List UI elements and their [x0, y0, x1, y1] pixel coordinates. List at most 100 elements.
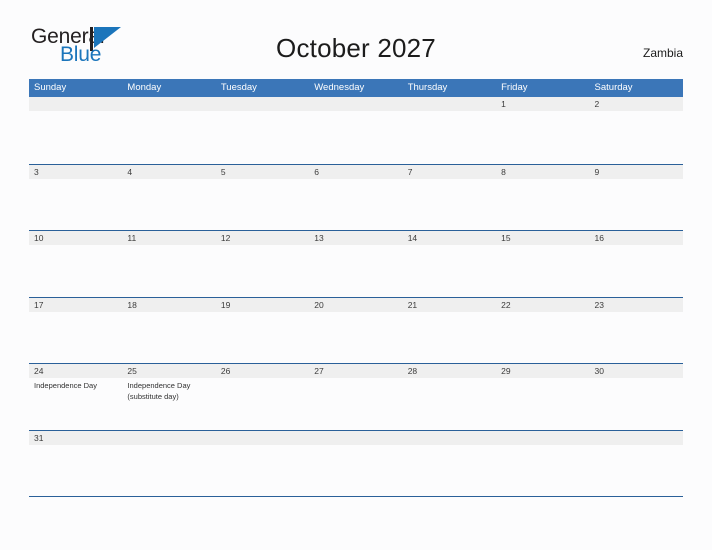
weekday-header-tuesday: Tuesday: [220, 82, 257, 93]
day-number-band: 10 11 12 13 14 15 16: [29, 231, 683, 245]
day-events-band: Independence Day Independence Day (substi…: [29, 378, 683, 429]
day-cell[interactable]: [403, 445, 496, 496]
calendar-bottom-divider: [29, 496, 683, 497]
day-number[interactable]: 22: [496, 298, 589, 312]
day-cell[interactable]: [590, 378, 683, 429]
day-number[interactable]: 26: [216, 364, 309, 378]
day-cell[interactable]: [590, 179, 683, 230]
day-number[interactable]: 9: [590, 165, 683, 179]
day-number[interactable]: 16: [590, 231, 683, 245]
day-events-band: [29, 111, 683, 162]
day-cell[interactable]: [309, 445, 402, 496]
day-number-empty: [590, 431, 683, 445]
day-number[interactable]: 19: [216, 298, 309, 312]
day-cell[interactable]: [590, 445, 683, 496]
day-number[interactable]: 27: [309, 364, 402, 378]
day-cell[interactable]: [309, 378, 402, 429]
day-number-empty: [309, 97, 402, 111]
day-cell[interactable]: [590, 312, 683, 363]
day-cell[interactable]: [403, 312, 496, 363]
calendar-week-row: 31: [29, 429, 683, 497]
day-cell[interactable]: [29, 111, 122, 162]
day-events-band: [29, 312, 683, 363]
day-number[interactable]: 13: [309, 231, 402, 245]
day-number[interactable]: 11: [122, 231, 215, 245]
day-cell[interactable]: [29, 245, 122, 296]
day-cell[interactable]: [29, 312, 122, 363]
day-number[interactable]: 8: [496, 165, 589, 179]
day-cell[interactable]: [122, 245, 215, 296]
day-number[interactable]: 1: [496, 97, 589, 111]
day-number[interactable]: 25: [122, 364, 215, 378]
day-cell[interactable]: [590, 111, 683, 162]
day-cell[interactable]: [496, 245, 589, 296]
day-cell[interactable]: Independence Day (substitute day): [122, 378, 215, 429]
day-cell[interactable]: [216, 312, 309, 363]
day-number-empty: [403, 431, 496, 445]
day-cell[interactable]: [216, 245, 309, 296]
day-number[interactable]: 28: [403, 364, 496, 378]
calendar-table: Sunday Monday Tuesday Wednesday Thursday…: [29, 79, 683, 497]
day-cell[interactable]: [29, 179, 122, 230]
day-cell[interactable]: [496, 111, 589, 162]
country-label: Zambia: [642, 46, 683, 60]
calendar-week-row: 24 25 26 27 28 29 30 Independence Day Independen…: [29, 363, 683, 430]
day-number[interactable]: 6: [309, 165, 402, 179]
day-events-band: [29, 445, 683, 496]
day-number[interactable]: 23: [590, 298, 683, 312]
day-cell[interactable]: [403, 111, 496, 162]
day-number[interactable]: 18: [122, 298, 215, 312]
day-cell[interactable]: [403, 245, 496, 296]
day-number-empty: [122, 431, 215, 445]
day-number[interactable]: 3: [29, 165, 122, 179]
day-number[interactable]: 21: [403, 298, 496, 312]
day-number-empty: [496, 431, 589, 445]
day-cell[interactable]: [496, 312, 589, 363]
day-cell[interactable]: [496, 445, 589, 496]
day-cell[interactable]: [216, 111, 309, 162]
day-number-empty: [216, 431, 309, 445]
day-number[interactable]: 29: [496, 364, 589, 378]
holiday-label: Independence Day: [34, 381, 97, 390]
day-number[interactable]: 2: [590, 97, 683, 111]
day-number-band: 12: [29, 97, 683, 111]
day-cell[interactable]: [590, 245, 683, 296]
day-cell[interactable]: [216, 445, 309, 496]
day-number[interactable]: 17: [29, 298, 122, 312]
calendar-page: General Blue October 2027 Zambia Sunday …: [0, 0, 712, 550]
day-cell[interactable]: [496, 378, 589, 429]
weekday-header-saturday: Saturday: [594, 82, 633, 93]
day-cell[interactable]: [403, 179, 496, 230]
day-cell[interactable]: [29, 445, 122, 496]
day-cell[interactable]: Independence Day: [29, 378, 122, 429]
day-number[interactable]: 31: [29, 431, 122, 445]
day-cell[interactable]: [309, 111, 402, 162]
day-cell[interactable]: [122, 312, 215, 363]
day-cell[interactable]: [216, 378, 309, 429]
day-number[interactable]: 30: [590, 364, 683, 378]
day-number[interactable]: 12: [216, 231, 309, 245]
day-number[interactable]: 15: [496, 231, 589, 245]
day-cell[interactable]: [309, 179, 402, 230]
day-number[interactable]: 14: [403, 231, 496, 245]
day-number[interactable]: 10: [29, 231, 122, 245]
day-cell[interactable]: [309, 245, 402, 296]
day-cell[interactable]: [309, 312, 402, 363]
day-number[interactable]: 24: [29, 364, 122, 378]
day-cell[interactable]: [122, 111, 215, 162]
day-number[interactable]: 5: [216, 165, 309, 179]
weekday-header-sunday: Sunday: [34, 82, 67, 93]
day-number[interactable]: 20: [309, 298, 402, 312]
day-cell[interactable]: [403, 378, 496, 429]
day-number[interactable]: 7: [403, 165, 496, 179]
page-header: General Blue October 2027 Zambia: [0, 0, 712, 72]
day-cell[interactable]: [122, 179, 215, 230]
day-events-band: [29, 245, 683, 296]
day-number-band: 17 18 19 20 21 22 23: [29, 297, 683, 312]
day-number-band: 31: [29, 430, 683, 445]
day-number-empty: [216, 97, 309, 111]
day-number[interactable]: 4: [122, 165, 215, 179]
day-cell[interactable]: [496, 179, 589, 230]
day-cell[interactable]: [216, 179, 309, 230]
day-cell[interactable]: [122, 445, 215, 496]
